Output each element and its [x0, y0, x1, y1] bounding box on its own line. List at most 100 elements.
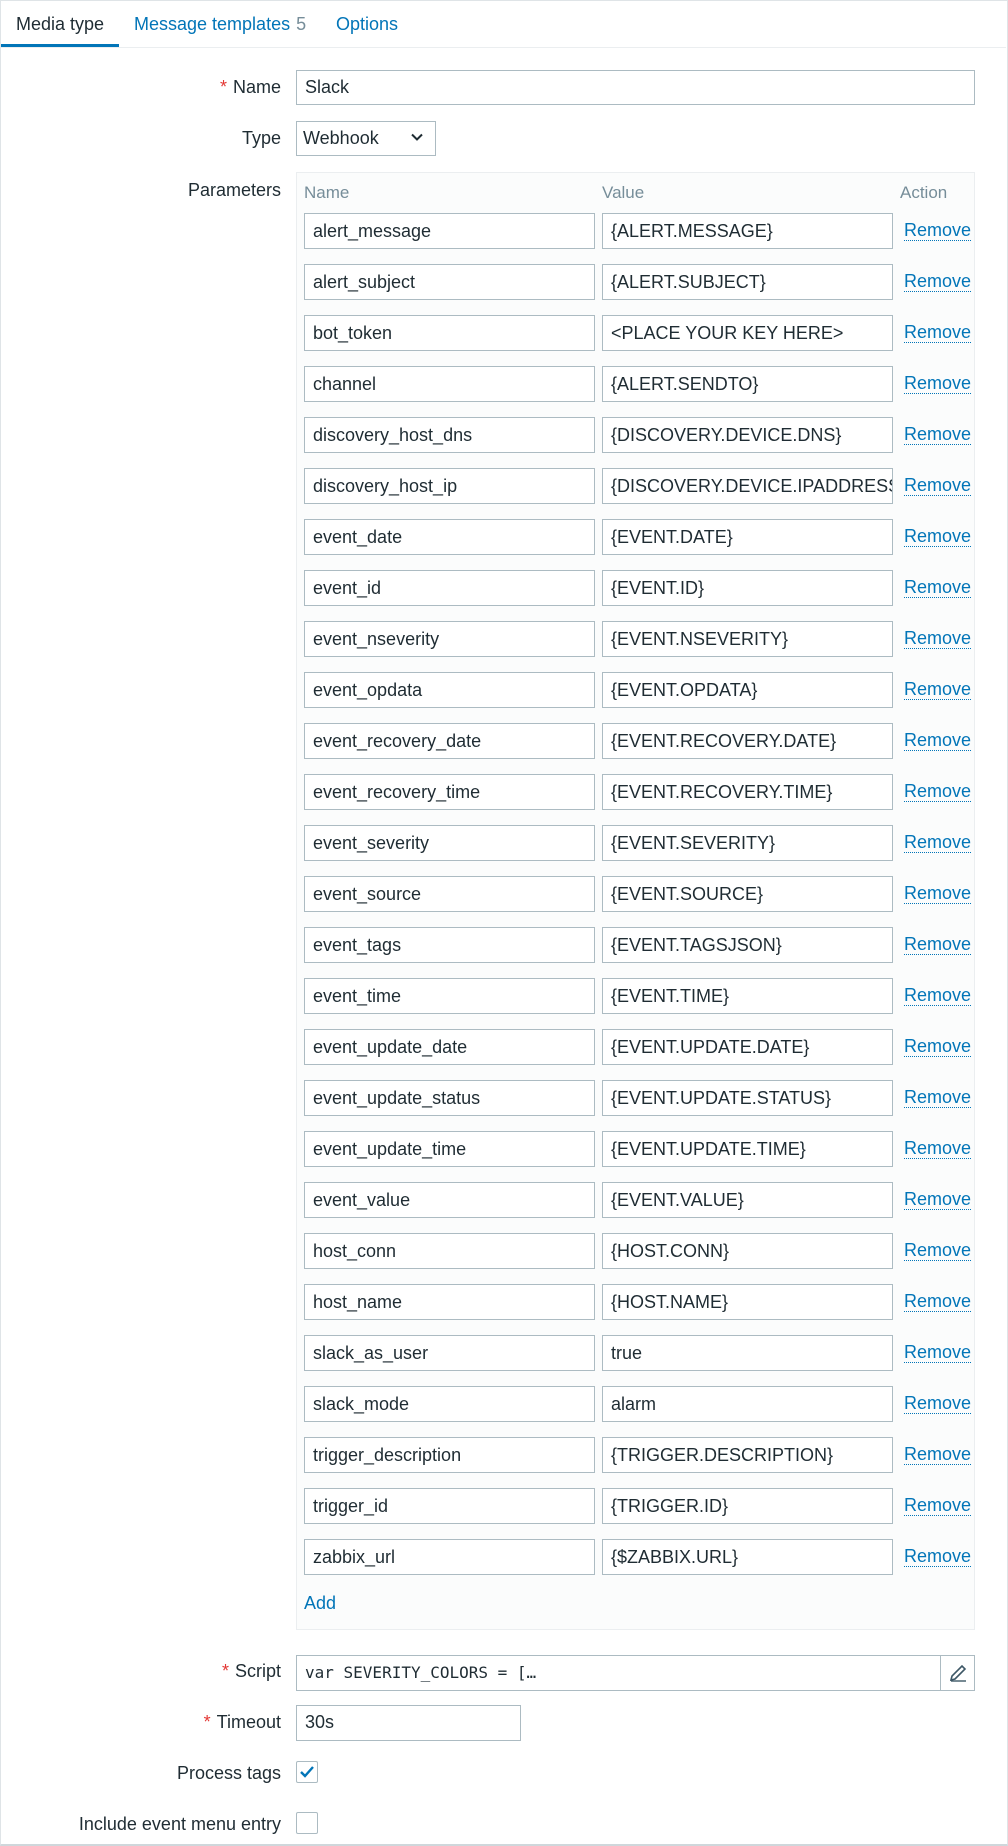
remove-parameter-link[interactable]: Remove	[904, 1495, 972, 1516]
parameter-value-input[interactable]: {DISCOVERY.DEVICE.IPADDRESS}	[602, 468, 893, 504]
parameter-value-input[interactable]: {EVENT.RECOVERY.TIME}	[602, 774, 893, 810]
tab-media-type[interactable]: Media type	[1, 1, 119, 47]
parameter-name-input[interactable]: trigger_id	[304, 1488, 595, 1524]
parameter-value-input[interactable]: {TRIGGER.ID}	[602, 1488, 893, 1524]
parameter-name-input[interactable]: event_value	[304, 1182, 595, 1218]
remove-parameter-link[interactable]: Remove	[904, 1393, 972, 1414]
parameter-value-input[interactable]: {EVENT.UPDATE.DATE}	[602, 1029, 893, 1065]
remove-parameter-link[interactable]: Remove	[904, 883, 972, 904]
parameter-name-input[interactable]: channel	[304, 366, 595, 402]
remove-parameter-link[interactable]: Remove	[904, 985, 972, 1006]
parameter-value-input[interactable]: {EVENT.NSEVERITY}	[602, 621, 893, 657]
remove-parameter-link[interactable]: Remove	[904, 781, 972, 802]
parameter-name-input[interactable]: discovery_host_dns	[304, 417, 595, 453]
parameter-value-input[interactable]: {EVENT.OPDATA}	[602, 672, 893, 708]
parameter-name-input[interactable]: discovery_host_ip	[304, 468, 595, 504]
parameter-name-input[interactable]: event_recovery_time	[304, 774, 595, 810]
remove-parameter-link[interactable]: Remove	[904, 832, 972, 853]
remove-parameter-link[interactable]: Remove	[904, 220, 972, 241]
remove-parameter-link[interactable]: Remove	[904, 730, 972, 751]
parameter-value-input[interactable]: {ALERT.SUBJECT}	[602, 264, 893, 300]
parameter-name-input[interactable]: trigger_description	[304, 1437, 595, 1473]
parameter-value-input[interactable]: {HOST.CONN}	[602, 1233, 893, 1269]
edit-script-button[interactable]	[940, 1656, 974, 1690]
add-parameter-link[interactable]: Add	[304, 1593, 336, 1614]
remove-parameter-link[interactable]: Remove	[904, 628, 972, 649]
parameter-name-input[interactable]: event_time	[304, 978, 595, 1014]
parameter-value-input[interactable]: {EVENT.SEVERITY}	[602, 825, 893, 861]
parameter-name-input[interactable]: event_source	[304, 876, 595, 912]
remove-parameter-link[interactable]: Remove	[904, 934, 972, 955]
parameter-row: event_date {EVENT.DATE} Remove	[304, 519, 972, 555]
parameter-name-input[interactable]: alert_subject	[304, 264, 595, 300]
process-tags-checkbox[interactable]	[296, 1761, 318, 1783]
parameter-row: event_recovery_date {EVENT.RECOVERY.DATE}…	[304, 723, 972, 759]
type-select-value: Webhook	[303, 128, 379, 148]
parameter-name-input[interactable]: event_recovery_date	[304, 723, 595, 759]
parameter-value-input[interactable]: {EVENT.TAGSJSON}	[602, 927, 893, 963]
parameter-value-input[interactable]: true	[602, 1335, 893, 1371]
parameter-value-input[interactable]: {HOST.NAME}	[602, 1284, 893, 1320]
remove-parameter-link[interactable]: Remove	[904, 1240, 972, 1261]
parameter-name-input[interactable]: event_nseverity	[304, 621, 595, 657]
parameter-value-input[interactable]: {$ZABBIX.URL}	[602, 1539, 893, 1575]
remove-parameter-link[interactable]: Remove	[904, 1036, 972, 1057]
parameter-name-input[interactable]: host_conn	[304, 1233, 595, 1269]
parameter-name-input[interactable]: event_opdata	[304, 672, 595, 708]
parameter-name-input[interactable]: event_severity	[304, 825, 595, 861]
parameter-value-input[interactable]: <PLACE YOUR KEY HERE>	[602, 315, 893, 351]
remove-parameter-link[interactable]: Remove	[904, 1087, 972, 1108]
remove-parameter-link[interactable]: Remove	[904, 322, 972, 343]
remove-parameter-link[interactable]: Remove	[904, 1138, 972, 1159]
type-label: Type	[241, 128, 281, 148]
include-event-menu-checkbox[interactable]	[296, 1812, 318, 1834]
parameter-name-input[interactable]: alert_message	[304, 213, 595, 249]
parameter-name-input[interactable]: event_date	[304, 519, 595, 555]
remove-parameter-link[interactable]: Remove	[904, 1546, 972, 1567]
parameter-value-input[interactable]: {EVENT.TIME}	[602, 978, 893, 1014]
parameter-name-input[interactable]: slack_mode	[304, 1386, 595, 1422]
tab-options[interactable]: Options	[336, 1, 398, 47]
remove-parameter-link[interactable]: Remove	[904, 424, 972, 445]
parameter-row: host_conn {HOST.CONN} Remove	[304, 1233, 972, 1269]
tab-message-templates[interactable]: Message templates 5	[134, 1, 306, 47]
remove-parameter-link[interactable]: Remove	[904, 475, 972, 496]
parameter-value-input[interactable]: {EVENT.UPDATE.STATUS}	[602, 1080, 893, 1116]
parameter-name-input[interactable]: zabbix_url	[304, 1539, 595, 1575]
remove-parameter-link[interactable]: Remove	[904, 271, 972, 292]
parameter-name-input[interactable]: host_name	[304, 1284, 595, 1320]
parameter-value-input[interactable]: {EVENT.DATE}	[602, 519, 893, 555]
parameter-value-input[interactable]: {EVENT.RECOVERY.DATE}	[602, 723, 893, 759]
parameter-value-input[interactable]: {EVENT.ID}	[602, 570, 893, 606]
parameter-value-input[interactable]: {TRIGGER.DESCRIPTION}	[602, 1437, 893, 1473]
parameter-name-input[interactable]: event_update_date	[304, 1029, 595, 1065]
remove-parameter-link[interactable]: Remove	[904, 1291, 972, 1312]
remove-parameter-link[interactable]: Remove	[904, 526, 972, 547]
parameter-value-input[interactable]: {ALERT.SENDTO}	[602, 366, 893, 402]
parameter-value-input[interactable]: alarm	[602, 1386, 893, 1422]
parameter-name-input[interactable]: bot_token	[304, 315, 595, 351]
parameter-name-input[interactable]: event_update_time	[304, 1131, 595, 1167]
parameter-row: event_opdata {EVENT.OPDATA} Remove	[304, 672, 972, 708]
remove-parameter-link[interactable]: Remove	[904, 373, 972, 394]
parameter-name-input[interactable]: event_tags	[304, 927, 595, 963]
parameter-value-input[interactable]: {EVENT.VALUE}	[602, 1182, 893, 1218]
parameter-value-input[interactable]: {EVENT.SOURCE}	[602, 876, 893, 912]
remove-parameter-link[interactable]: Remove	[904, 1189, 972, 1210]
parameter-value-input[interactable]: {DISCOVERY.DEVICE.DNS}	[602, 417, 893, 453]
remove-parameter-link[interactable]: Remove	[904, 577, 972, 598]
remove-parameter-link[interactable]: Remove	[904, 1342, 972, 1363]
parameter-row: alert_subject {ALERT.SUBJECT} Remove	[304, 264, 972, 300]
type-select[interactable]: Webhook	[296, 121, 436, 156]
parameter-name-input[interactable]: slack_as_user	[304, 1335, 595, 1371]
script-field[interactable]: var SEVERITY_COLORS = […	[296, 1655, 975, 1691]
parameter-name-input[interactable]: event_id	[304, 570, 595, 606]
parameter-value-input[interactable]: {ALERT.MESSAGE}	[602, 213, 893, 249]
name-input[interactable]: Slack	[296, 70, 975, 105]
remove-parameter-link[interactable]: Remove	[904, 679, 972, 700]
remove-parameter-link[interactable]: Remove	[904, 1444, 972, 1465]
timeout-input[interactable]: 30s	[296, 1705, 521, 1741]
parameter-value-input[interactable]: {EVENT.UPDATE.TIME}	[602, 1131, 893, 1167]
parameter-name-input[interactable]: event_update_status	[304, 1080, 595, 1116]
timeout-label: * Timeout	[204, 1712, 281, 1733]
